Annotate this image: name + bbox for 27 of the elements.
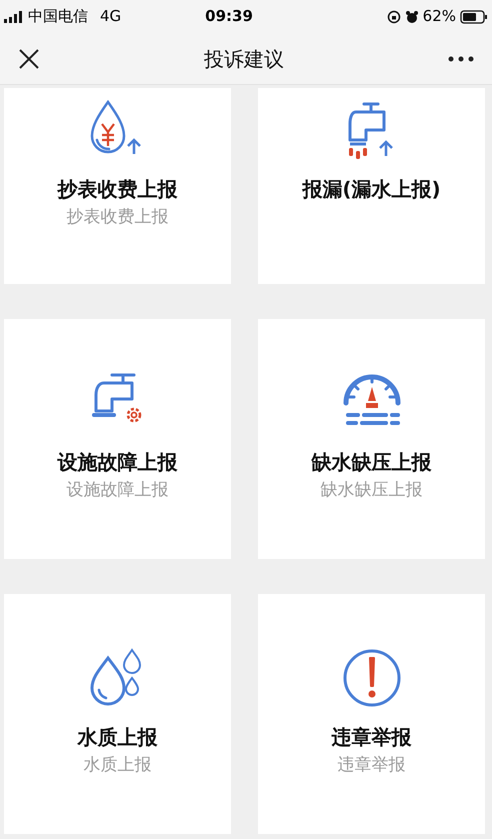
card-subtitle: 设施故障上报 [66, 479, 168, 501]
card-title: 设施故障上报 [58, 449, 178, 475]
rotation-lock-icon [386, 10, 401, 24]
report-card[interactable]: 缺水缺压上报 缺水缺压上报 [258, 319, 485, 559]
network-type: 4G [100, 6, 122, 28]
card-title: 水质上报 [78, 724, 158, 750]
carrier-name: 中国电信 [28, 6, 88, 28]
report-card[interactable]: 违章举报 违章举报 [258, 594, 485, 834]
card-title: 缺水缺压上报 [312, 449, 432, 475]
report-card[interactable]: 抄表收费上报 抄表收费上报 [4, 88, 231, 284]
battery-percent: 62% [422, 6, 456, 28]
close-icon [18, 48, 40, 70]
card-title: 报漏(漏水上报) [302, 176, 441, 202]
card-subtitle: 缺水缺压上报 [320, 479, 422, 501]
card-subtitle: 水质上报 [84, 754, 152, 776]
card-title: 抄表收费上报 [58, 176, 178, 202]
report-card[interactable]: 报漏(漏水上报) [258, 88, 485, 284]
more-icon [448, 56, 474, 62]
card-title: 违章举报 [332, 724, 412, 750]
battery-icon [460, 10, 488, 24]
clock: 09:39 [205, 6, 253, 28]
card-subtitle: 抄表收费上报 [66, 206, 168, 228]
page-title: 投诉建议 [203, 46, 285, 72]
card-subtitle: 违章举报 [338, 754, 406, 776]
signal-icon [4, 10, 24, 22]
report-card[interactable]: 水质上报 水质上报 [4, 594, 231, 834]
report-card[interactable]: 设施故障上报 设施故障上报 [4, 319, 231, 559]
